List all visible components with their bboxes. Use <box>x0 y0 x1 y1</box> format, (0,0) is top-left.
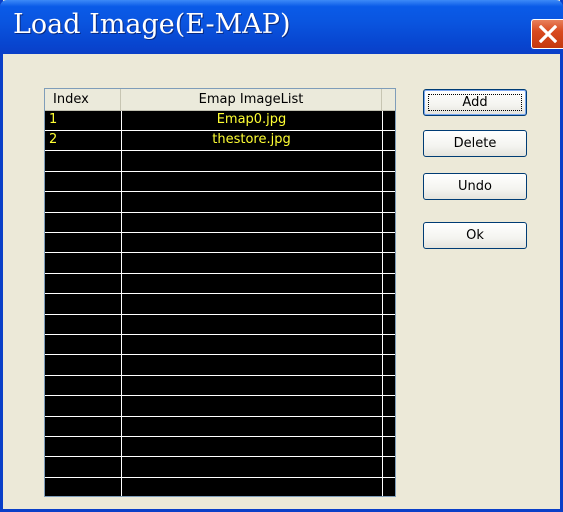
list-row[interactable] <box>45 376 395 397</box>
undo-button-label: Undo <box>458 179 492 194</box>
column-divider <box>382 111 383 496</box>
list-row[interactable] <box>45 315 395 335</box>
window-title: Load Image(E-MAP) <box>13 9 291 40</box>
close-button[interactable] <box>531 19 563 49</box>
ok-button-label: Ok <box>466 228 484 243</box>
row-index: 2 <box>49 132 58 148</box>
list-row[interactable] <box>45 437 395 458</box>
list-row[interactable] <box>45 397 395 417</box>
column-divider <box>121 111 122 496</box>
list-row[interactable] <box>45 172 395 193</box>
column-header-empty <box>382 89 395 110</box>
list-header: Index Emap ImageList <box>45 89 395 111</box>
list-row[interactable] <box>45 356 395 376</box>
list-row[interactable] <box>45 274 395 295</box>
row-image-name: thestore.jpg <box>212 132 291 148</box>
list-row[interactable]: 1 Emap0.jpg <box>45 111 395 131</box>
list-row[interactable] <box>45 417 395 437</box>
close-x-icon <box>539 25 557 43</box>
row-index: 1 <box>49 112 58 127</box>
column-header-index[interactable]: Index <box>45 89 121 110</box>
delete-button-label: Delete <box>453 136 497 151</box>
emap-image-list[interactable]: Index Emap ImageList 1 Emap0.jpg 2 thestore… <box>44 88 396 497</box>
column-header-emap-imagelist[interactable]: Emap ImageList <box>121 89 382 110</box>
list-row[interactable] <box>45 233 395 254</box>
list-row[interactable] <box>45 295 395 315</box>
ok-button[interactable]: Ok <box>423 222 527 249</box>
undo-button[interactable]: Undo <box>423 173 527 200</box>
add-button-label: Add <box>462 95 488 110</box>
delete-button[interactable]: Delete <box>423 130 527 157</box>
row-image-name: Emap0.jpg <box>216 112 287 127</box>
list-row[interactable] <box>45 152 395 172</box>
add-button[interactable]: Add <box>423 89 527 116</box>
list-row[interactable] <box>45 335 395 356</box>
list-row[interactable] <box>45 213 395 233</box>
list-row[interactable] <box>45 478 395 496</box>
list-row[interactable]: 2 thestore.jpg <box>45 131 395 152</box>
list-row[interactable] <box>45 458 395 478</box>
title-bar[interactable]: Load Image(E-MAP) <box>0 0 563 54</box>
list-row[interactable] <box>45 254 395 274</box>
list-row[interactable] <box>45 193 395 213</box>
